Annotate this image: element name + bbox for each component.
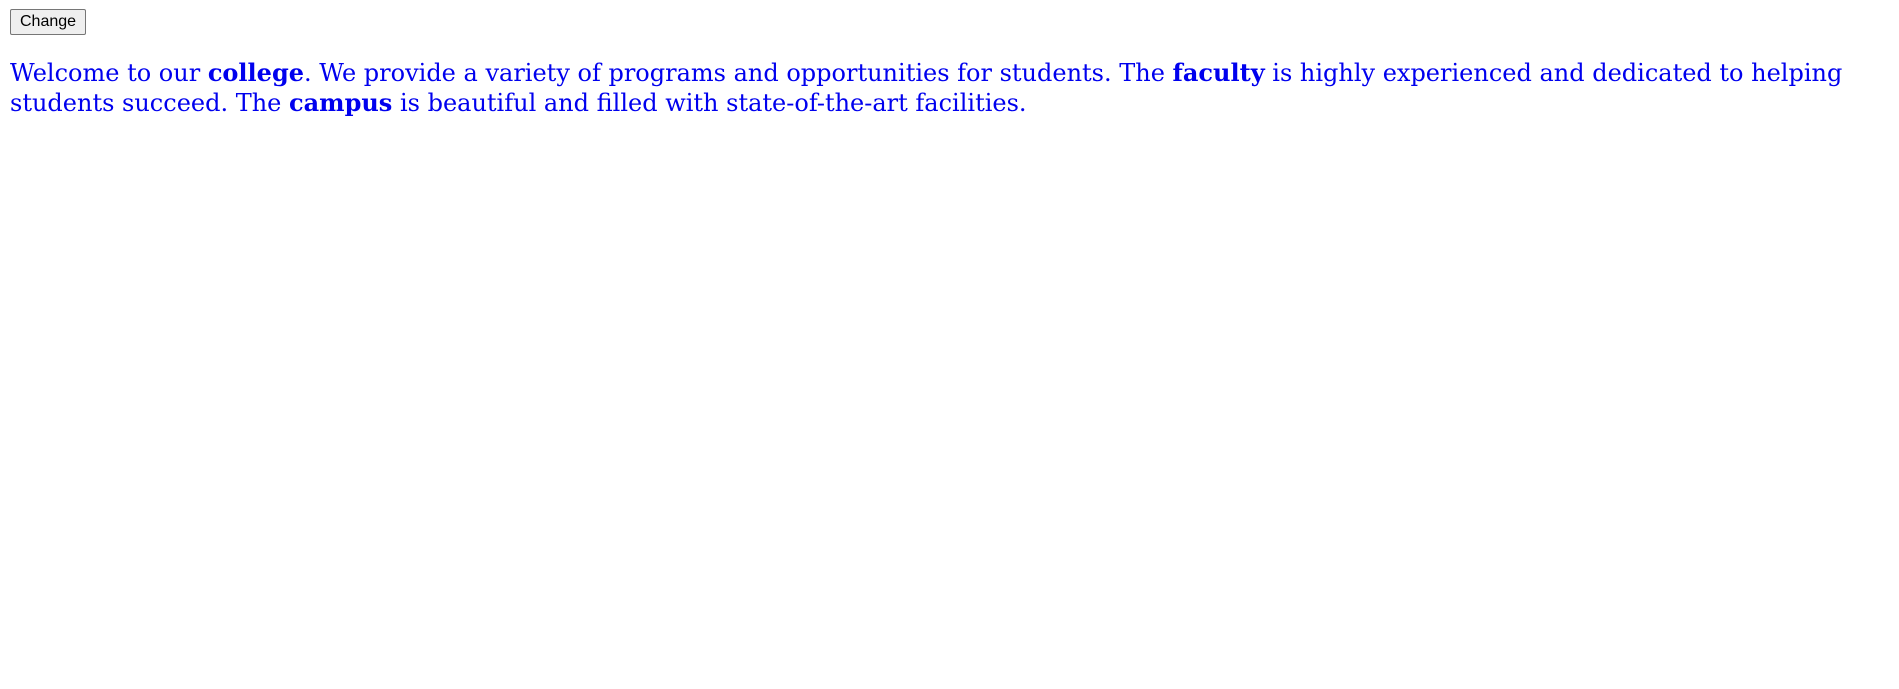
intro-text-2: . We provide a variety of programs and o… [304, 59, 1173, 87]
intro-paragraph: Welcome to our college. We provide a var… [10, 58, 1890, 118]
intro-text-1: Welcome to our [10, 59, 208, 87]
keyword-college: college [207, 58, 304, 87]
intro-text-4: is beautiful and filled with state-of-th… [392, 89, 1027, 117]
page: Change Welcome to our college. We provid… [0, 0, 1899, 689]
keyword-campus: campus [289, 88, 393, 117]
change-button[interactable]: Change [10, 9, 87, 35]
keyword-faculty: faculty [1172, 58, 1265, 87]
